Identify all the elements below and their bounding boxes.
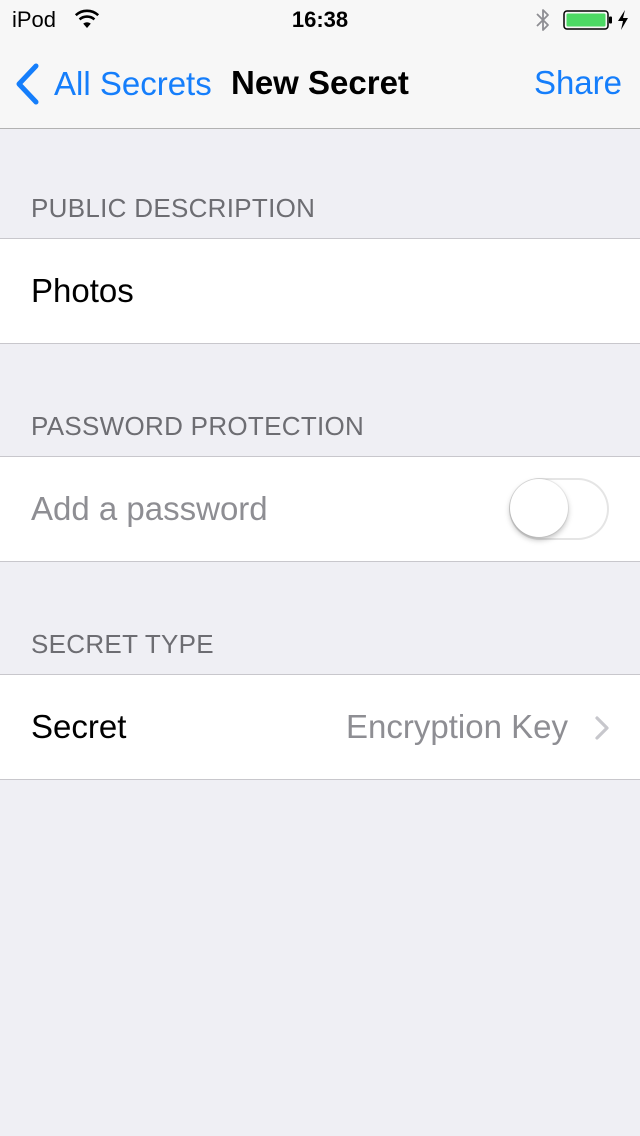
secret-type-cell[interactable]: Secret Encryption Key	[0, 674, 640, 780]
battery-icon	[563, 10, 612, 30]
toggle-knob	[510, 479, 568, 537]
section-header-password-protection: PASSWORD PROTECTION	[31, 411, 365, 441]
back-label: All Secrets	[54, 65, 212, 102]
section-header-public-description: PUBLIC DESCRIPTION	[31, 193, 316, 223]
public-description-field[interactable]: Photos	[31, 239, 134, 343]
password-cell: Add a password	[0, 456, 640, 562]
disclosure-chevron-icon	[595, 716, 609, 740]
navigation-bar: All Secrets New Secret Share	[0, 40, 640, 129]
screen: iPod 16:38 All Secrets New Secret Share	[0, 0, 640, 1136]
bluetooth-icon	[536, 9, 549, 31]
password-field[interactable]: Add a password	[31, 457, 268, 561]
share-button[interactable]: Share	[534, 64, 622, 102]
page-title: New Secret	[231, 64, 409, 101]
secret-type-label: Secret	[31, 708, 127, 745]
secret-type-value: Encryption Key	[346, 708, 568, 745]
public-description-cell[interactable]: Photos	[0, 238, 640, 344]
section-header-secret-type: SECRET TYPE	[31, 629, 214, 659]
charging-bolt-icon	[618, 10, 628, 30]
status-bar: iPod 16:38	[0, 0, 640, 40]
password-toggle[interactable]	[509, 478, 609, 540]
back-button[interactable]: All Secrets	[14, 62, 212, 106]
back-chevron-icon	[16, 63, 39, 105]
